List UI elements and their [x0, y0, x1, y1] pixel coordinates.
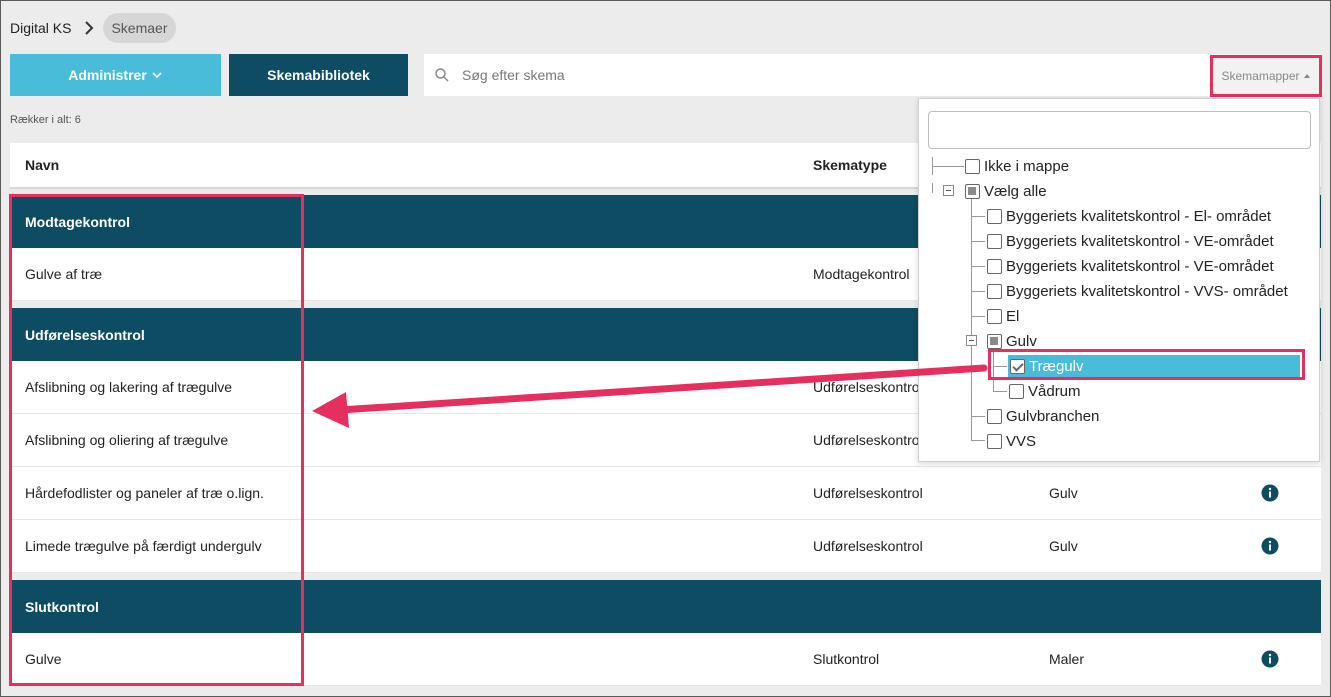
library-button[interactable]: Skemabibliotek: [229, 54, 408, 96]
row-type: Udførelseskontrol: [813, 538, 923, 554]
tree-item-label: Gulvbranchen: [1006, 407, 1100, 425]
row-type: Slutkontrol: [813, 651, 880, 667]
info-icon[interactable]: [1261, 484, 1279, 502]
folder-dropdown: Ikke i mappe Vælg alle Byggeriets kvalit…: [918, 98, 1320, 462]
highlight-name-column: [9, 194, 304, 686]
folders-label: Skemamapper: [1221, 69, 1300, 83]
administer-button[interactable]: Administrer: [10, 54, 221, 96]
tree-item-ve-omraadet[interactable]: Byggeriets kvalitetskontrol - VE-området: [987, 230, 1274, 252]
chevron-right-icon: [85, 21, 94, 35]
collapse-toggle-icon[interactable]: [966, 335, 977, 346]
row-count: Rækker i alt: 6: [10, 114, 81, 126]
checkbox[interactable]: [987, 333, 1002, 349]
tree-item-el-omraadet[interactable]: Byggeriets kvalitetskontrol - El- område…: [987, 205, 1271, 227]
breadcrumb-current: Skemaer: [103, 13, 176, 43]
checkbox[interactable]: [987, 408, 1002, 424]
tree-item-label: Byggeriets kvalitetskontrol - VE-området: [1006, 257, 1274, 275]
search-icon: [435, 68, 449, 82]
tree-item-label: Vælg alle: [984, 182, 1047, 200]
highlight-traegulv: [988, 349, 1305, 380]
row-type: Udførelseskontrol: [813, 485, 923, 501]
checkbox[interactable]: [987, 233, 1002, 249]
administer-label: Administrer: [68, 67, 147, 83]
checkbox[interactable]: [965, 158, 980, 174]
row-folder: Gulv: [1049, 485, 1078, 501]
tree-item-ikke-i-mappe[interactable]: Ikke i mappe: [965, 155, 1069, 177]
tree-item-label: Gulv: [1006, 332, 1037, 350]
tree-item-label: Vådrum: [1028, 382, 1081, 400]
search-bar: [424, 54, 1322, 96]
breadcrumb: Digital KS Skemaer: [10, 12, 176, 44]
folders-button[interactable]: Skemamapper: [1210, 55, 1322, 97]
info-icon[interactable]: [1261, 537, 1279, 555]
row-folder: Gulv: [1049, 538, 1078, 554]
tree-item-el[interactable]: El: [987, 305, 1019, 327]
checkbox[interactable]: [965, 183, 980, 199]
header-name[interactable]: Navn: [25, 157, 59, 173]
tree-item-label: El: [1006, 307, 1020, 325]
header-type[interactable]: Skematype: [813, 157, 887, 173]
checkbox[interactable]: [1009, 383, 1024, 399]
tree-item-label: VVS: [1006, 432, 1037, 450]
row-type: Modtagekontrol: [813, 266, 910, 282]
row-type: Udførelseskontrol: [813, 432, 923, 448]
breadcrumb-root[interactable]: Digital KS: [10, 20, 71, 36]
tree-item-label: Byggeriets kvalitetskontrol - El- område…: [1006, 207, 1272, 225]
tree-item-label: Ikke i mappe: [984, 157, 1070, 175]
checkbox[interactable]: [987, 258, 1002, 274]
chevron-down-icon: [152, 72, 162, 79]
checkbox[interactable]: [987, 433, 1002, 449]
folder-filter-input[interactable]: [928, 111, 1311, 149]
info-icon[interactable]: [1261, 650, 1279, 668]
checkbox[interactable]: [987, 208, 1002, 224]
tree-item-vvs[interactable]: VVS: [987, 430, 1036, 452]
checkbox[interactable]: [987, 308, 1002, 324]
tree-item-gulvbranchen[interactable]: Gulvbranchen: [987, 405, 1099, 427]
collapse-toggle-icon[interactable]: [943, 185, 954, 196]
row-type: Udførelseskontrol: [813, 379, 923, 395]
tree-item-vaelg-alle[interactable]: Vælg alle: [965, 180, 1047, 202]
tree-item-vaadrum[interactable]: Vådrum: [1009, 380, 1081, 402]
tree-item-label: Byggeriets kvalitetskontrol - VVS- områd…: [1006, 282, 1288, 300]
search-input[interactable]: [462, 67, 1162, 83]
row-folder: Maler: [1049, 651, 1085, 667]
tree-item-ve-omraadet-2[interactable]: Byggeriets kvalitetskontrol - VE-området: [987, 255, 1274, 277]
tree-item-label: Byggeriets kvalitetskontrol - VE-området: [1006, 232, 1274, 250]
tree-item-vvs-omraadet[interactable]: Byggeriets kvalitetskontrol - VVS- områd…: [987, 280, 1288, 302]
checkbox[interactable]: [987, 283, 1002, 299]
caret-up-icon: [1303, 74, 1310, 78]
